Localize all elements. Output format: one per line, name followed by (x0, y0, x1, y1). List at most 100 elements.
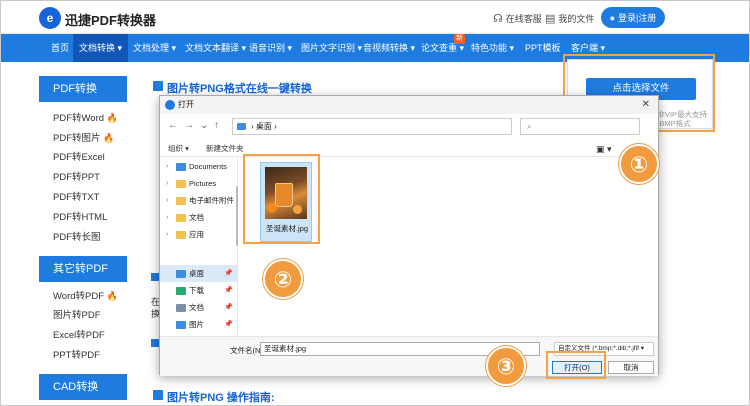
browser-icon (165, 100, 175, 110)
nav-client-label: 客户端 (571, 43, 599, 53)
customer-service-label: 在线客服 (505, 14, 542, 24)
nav-ocr[interactable]: 图片文字识别 ▾ (297, 34, 366, 62)
nav-home[interactable]: 首页 (43, 34, 77, 62)
sidebar-item-word-pdf[interactable]: Word转PDF 🔥 (39, 286, 127, 306)
caret-down-icon: ▾ (509, 43, 515, 53)
brand-logo[interactable]: e (39, 7, 61, 29)
quick-label: 下载 (189, 286, 204, 295)
picture-icon (176, 320, 186, 329)
view-icon[interactable]: ▣ ▾ (596, 141, 612, 157)
caret-down-icon: ▾ (410, 43, 416, 53)
tree-item-documents[interactable]: › Documents (160, 158, 237, 175)
nav-translate[interactable]: 文档文本翻译 ▾ (181, 34, 250, 62)
download-icon (176, 286, 186, 295)
path-separator: › (251, 122, 254, 131)
folder-icon (176, 162, 186, 171)
chevron-right-icon: › (166, 163, 169, 170)
sidebar-item-pdf-ppt[interactable]: PDF转PPT (39, 168, 127, 188)
up-icon[interactable]: ↑ (214, 120, 219, 131)
login-button[interactable]: ● 登录|注册 (601, 7, 665, 28)
path-separator: › (274, 122, 277, 131)
dialog-titlebar: 打开 ✕ (160, 96, 658, 114)
sidebar-cat-cad[interactable]: CAD转换 (39, 374, 127, 400)
caret-down-icon: ▾ (600, 43, 606, 53)
chevron-right-icon: › (166, 180, 169, 187)
sidebar-item-pdf-long-image[interactable]: PDF转长图 (39, 228, 127, 248)
tree-label: Documents (189, 162, 227, 171)
sidebar: PDF转换 PDF转Word 🔥 PDF转图片 🔥 PDF转Excel PDF转… (39, 76, 127, 400)
sidebar-cat-other[interactable]: 其它转PDF (39, 256, 127, 282)
quick-label: 文档 (189, 303, 204, 312)
sidebar-item-label: Word转PDF (53, 291, 105, 302)
back-icon[interactable]: ← (168, 120, 178, 131)
folder-icon (176, 196, 186, 205)
fire-icon: 🔥 (106, 291, 118, 301)
path-desktop: 桌面 (255, 122, 272, 131)
fire-icon: 🔥 (103, 133, 115, 143)
my-files-label: 我的文件 (558, 14, 595, 24)
folder-icon (176, 230, 186, 239)
pin-icon: 📌 (224, 304, 233, 311)
nav-speech-label: 语音识别 (249, 43, 286, 53)
info-icon (151, 339, 159, 347)
quick-item-documents[interactable]: 文档 📌 (160, 299, 237, 316)
tree-item-apps[interactable]: › 应用 (160, 226, 237, 243)
quick-item-downloads[interactable]: 下载 📌 (160, 282, 237, 299)
pin-icon: 📌 (224, 321, 233, 328)
page-title: 图片转PNG格式在线一键转换 (167, 83, 312, 95)
caret-down-icon: ▾ (459, 43, 465, 53)
dialog-toolbar: 组织 ▾ 新建文件夹 ▣ ▾ ? (160, 141, 658, 157)
tree-item-email[interactable]: › 电子邮件附件 (160, 192, 237, 209)
fire-icon: 🔥 (106, 113, 118, 123)
my-files-link[interactable]: ▤ 我的文件 (545, 12, 594, 25)
sidebar-cat-pdf[interactable]: PDF转换 (39, 76, 127, 102)
brand-name[interactable]: 迅捷PDF转换器 (65, 10, 156, 29)
tree-label: Pictures (189, 179, 217, 188)
sidebar-item-image-pdf[interactable]: 图片转PDF (39, 306, 127, 326)
sidebar-item-pdf-txt[interactable]: PDF转TXT (39, 188, 127, 208)
browser-page: e 迅捷PDF转换器 ☊ 在线客服 ▤ 我的文件 ● 登录|注册 首页 文档转换… (0, 0, 750, 406)
nav-ocr-label: 图片文字识别 (301, 43, 356, 53)
quick-item-pictures[interactable]: 图片 📌 (160, 316, 237, 333)
sidebar-item-pdf-word[interactable]: PDF转Word 🔥 (39, 108, 127, 128)
folder-icon (176, 213, 186, 222)
step-2-badge: ② (263, 259, 303, 299)
nav-av-convert[interactable]: 音视频转换 ▾ (359, 34, 419, 62)
sidebar-item-excel-pdf[interactable]: Excel转PDF (39, 326, 127, 346)
tree-item-pictures[interactable]: › Pictures (160, 175, 237, 192)
new-badge: 新 (454, 34, 465, 44)
nav-ppt[interactable]: PPT模板 (521, 34, 565, 62)
cancel-button[interactable]: 取消 (608, 361, 654, 374)
quick-label: 图片 (189, 320, 204, 329)
tree-label: 文档 (189, 213, 204, 222)
quick-item-desktop[interactable]: 桌面 📌 (160, 265, 237, 282)
title-marker-icon (153, 81, 163, 91)
tree-item-docs[interactable]: › 文档 (160, 209, 237, 226)
desktop-icon (176, 269, 186, 278)
nav-speech[interactable]: 语音识别 ▾ (245, 34, 296, 62)
headset-icon: ☊ (493, 13, 503, 25)
file-icon: ▤ (545, 13, 556, 25)
nav-doc-convert-label: 文档转换 (79, 43, 116, 53)
dialog-title: 打开 (178, 100, 194, 109)
tree-scrollbar[interactable] (236, 186, 238, 246)
caret-down-icon: ▾ (171, 43, 177, 53)
customer-service-link[interactable]: ☊ 在线客服 (493, 12, 542, 25)
step-1-badge: ① (619, 144, 659, 184)
guide-title: 图片转PNG 操作指南: (167, 392, 275, 404)
sidebar-item-pdf-image[interactable]: PDF转图片 🔥 (39, 128, 127, 148)
chevron-down-icon[interactable]: ⌄ (200, 120, 208, 131)
site-header: e 迅捷PDF转换器 ☊ 在线客服 ▤ 我的文件 ● 登录|注册 (1, 1, 749, 34)
nav-doc-convert[interactable]: 文档转换 ▾ (73, 34, 129, 62)
sidebar-item-pdf-excel[interactable]: PDF转Excel (39, 148, 127, 168)
sidebar-item-ppt-pdf[interactable]: PPT转PDF (39, 346, 127, 366)
forward-icon[interactable]: → (184, 120, 194, 131)
new-folder-button[interactable]: 新建文件夹 (206, 141, 244, 157)
sidebar-item-pdf-html[interactable]: PDF转HTML (39, 208, 127, 228)
search-input[interactable]: ⌕ (520, 118, 640, 135)
organize-menu[interactable]: 组织 ▾ (168, 141, 189, 157)
address-bar[interactable]: › 桌面 › (232, 118, 512, 135)
nav-doc-process[interactable]: 文档处理 ▾ (129, 34, 180, 62)
close-icon[interactable]: ✕ (642, 96, 650, 114)
nav-features[interactable]: 特色功能 ▾ (467, 34, 518, 62)
